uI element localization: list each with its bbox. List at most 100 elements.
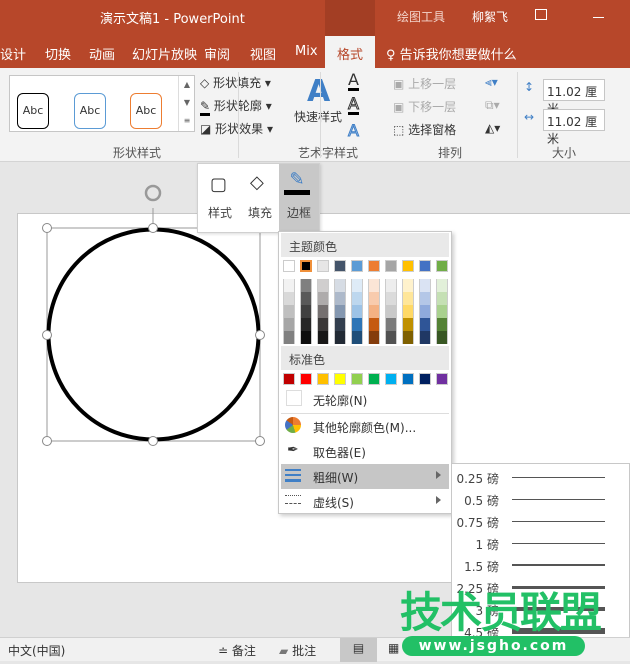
- height-input[interactable]: 11.02 厘米: [543, 79, 605, 116]
- theme-shade-swatch[interactable]: [402, 279, 414, 292]
- theme-shade-swatch[interactable]: [334, 331, 346, 344]
- user-name[interactable]: 柳絮飞: [472, 8, 508, 25]
- text-effects-icon[interactable]: A: [348, 121, 360, 141]
- standard-color-swatch[interactable]: [351, 373, 363, 385]
- text-outline-icon[interactable]: A: [348, 95, 359, 115]
- tab-format[interactable]: 格式: [325, 36, 375, 68]
- theme-shade-swatch[interactable]: [436, 318, 448, 331]
- standard-color-swatch[interactable]: [300, 373, 312, 385]
- group-icon[interactable]: ⧉▾: [485, 98, 500, 113]
- theme-shade-swatch[interactable]: [317, 318, 329, 331]
- shape-effects-button[interactable]: ◪ 形状效果 ▾: [200, 120, 273, 137]
- theme-color-swatch[interactable]: [334, 260, 346, 272]
- mini-style-button[interactable]: ▢ 样式: [200, 164, 240, 234]
- resize-handle[interactable]: [42, 330, 52, 340]
- resize-handle[interactable]: [42, 436, 52, 446]
- resize-handle[interactable]: [42, 223, 52, 233]
- theme-shade-swatch[interactable]: [436, 305, 448, 318]
- tab-transitions[interactable]: 切换: [45, 44, 71, 63]
- standard-color-swatch[interactable]: [283, 373, 295, 385]
- quick-styles-button[interactable]: 快速样式: [294, 108, 342, 125]
- standard-color-swatch[interactable]: [385, 373, 397, 385]
- theme-shade-swatch[interactable]: [283, 292, 295, 305]
- circle-shape[interactable]: [46, 227, 261, 442]
- theme-shade-swatch[interactable]: [385, 318, 397, 331]
- weight-item[interactable]: 粗细(W): [281, 464, 449, 489]
- theme-shade-swatch[interactable]: [334, 292, 346, 305]
- theme-shade-swatch[interactable]: [419, 331, 431, 344]
- theme-shade-swatch[interactable]: [300, 331, 312, 344]
- resize-handle[interactable]: [255, 436, 265, 446]
- theme-shade-swatch[interactable]: [385, 279, 397, 292]
- normal-view-button[interactable]: ▤: [340, 638, 377, 662]
- theme-color-swatch[interactable]: [436, 260, 448, 272]
- tab-slideshow[interactable]: 幻灯片放映: [132, 44, 197, 63]
- theme-shade-swatch[interactable]: [317, 305, 329, 318]
- theme-color-swatch[interactable]: [300, 260, 312, 272]
- resize-handle[interactable]: [255, 330, 265, 340]
- theme-shade-swatch[interactable]: [436, 279, 448, 292]
- theme-shade-swatch[interactable]: [351, 292, 363, 305]
- theme-shade-swatch[interactable]: [419, 318, 431, 331]
- theme-shade-swatch[interactable]: [368, 331, 380, 344]
- theme-color-swatch[interactable]: [317, 260, 329, 272]
- weight-option[interactable]: 1.5 磅: [452, 554, 630, 576]
- theme-shade-swatch[interactable]: [317, 279, 329, 292]
- shape-fill-button[interactable]: ◇ 形状填充 ▾: [200, 74, 271, 91]
- dashes-item[interactable]: 虚线(S): [281, 489, 449, 514]
- theme-shade-swatch[interactable]: [402, 331, 414, 344]
- language-indicator[interactable]: 中文(中国): [8, 642, 65, 659]
- shape-outline-button[interactable]: ✎ 形状轮廓 ▾: [200, 97, 272, 116]
- theme-shade-swatch[interactable]: [402, 292, 414, 305]
- theme-shade-swatch[interactable]: [334, 305, 346, 318]
- theme-shade-swatch[interactable]: [300, 292, 312, 305]
- theme-shade-swatch[interactable]: [334, 279, 346, 292]
- theme-color-swatch[interactable]: [283, 260, 295, 272]
- theme-shade-swatch[interactable]: [436, 331, 448, 344]
- send-backward-button[interactable]: ▣ 下移一层: [393, 98, 456, 115]
- theme-shade-swatch[interactable]: [351, 279, 363, 292]
- style-preview-blue[interactable]: Abc: [74, 93, 106, 129]
- standard-color-swatch[interactable]: [436, 373, 448, 385]
- style-preview-orange[interactable]: Abc: [130, 93, 162, 129]
- theme-shade-swatch[interactable]: [351, 331, 363, 344]
- theme-shade-swatch[interactable]: [402, 305, 414, 318]
- style-preview-black[interactable]: Abc: [17, 93, 49, 129]
- theme-shade-swatch[interactable]: [351, 318, 363, 331]
- gallery-scroll[interactable]: ▲ ▼ ≡: [178, 76, 195, 131]
- tab-view[interactable]: 视图: [250, 44, 276, 63]
- theme-shade-swatch[interactable]: [368, 305, 380, 318]
- mini-fill-button[interactable]: ◇ 填充: [240, 164, 280, 234]
- theme-shade-swatch[interactable]: [317, 292, 329, 305]
- standard-color-swatch[interactable]: [317, 373, 329, 385]
- theme-shade-swatch[interactable]: [385, 305, 397, 318]
- theme-shade-swatch[interactable]: [419, 305, 431, 318]
- tell-me-search[interactable]: ♀ 告诉我你想要做什么: [386, 44, 517, 63]
- text-fill-icon[interactable]: A: [348, 72, 359, 91]
- standard-color-swatch[interactable]: [368, 373, 380, 385]
- slide-sorter-button[interactable]: ▦: [388, 641, 399, 655]
- tab-design[interactable]: 设计: [0, 44, 26, 63]
- theme-shade-swatch[interactable]: [334, 318, 346, 331]
- theme-color-swatch[interactable]: [419, 260, 431, 272]
- theme-shade-swatch[interactable]: [283, 331, 295, 344]
- theme-shade-swatch[interactable]: [402, 318, 414, 331]
- comments-button[interactable]: ▰ 批注: [279, 642, 316, 659]
- mini-outline-button[interactable]: ✎ 边框: [279, 164, 319, 234]
- weight-option[interactable]: 0.75 磅: [452, 510, 630, 532]
- theme-shade-swatch[interactable]: [283, 318, 295, 331]
- width-input[interactable]: 11.02 厘米: [543, 109, 605, 146]
- ribbon-display-icon[interactable]: [535, 9, 547, 20]
- theme-shade-swatch[interactable]: [419, 292, 431, 305]
- resize-handle[interactable]: [148, 223, 158, 233]
- tab-review[interactable]: 审阅: [204, 44, 230, 63]
- more-colors-item[interactable]: 其他轮廓颜色(M)...: [281, 414, 449, 439]
- theme-shade-swatch[interactable]: [351, 305, 363, 318]
- no-outline-item[interactable]: 无轮廓(N): [281, 387, 449, 412]
- resize-handle[interactable]: [148, 436, 158, 446]
- theme-shade-swatch[interactable]: [300, 318, 312, 331]
- eyedropper-item[interactable]: ✒ 取色器(E): [281, 439, 449, 464]
- theme-shade-swatch[interactable]: [300, 279, 312, 292]
- weight-option[interactable]: 1 磅: [452, 532, 630, 554]
- weight-option[interactable]: 0.5 磅: [452, 488, 630, 510]
